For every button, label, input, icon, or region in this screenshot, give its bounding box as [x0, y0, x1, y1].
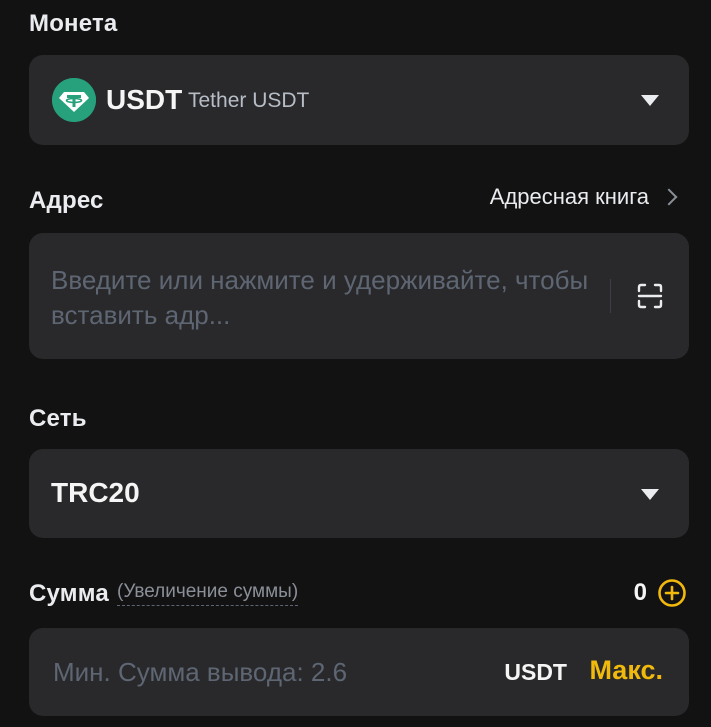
address-label: Адрес [29, 187, 104, 214]
plus-circle-icon[interactable] [657, 578, 687, 608]
network-select[interactable]: TRC20 [29, 449, 689, 538]
coin-select[interactable]: USDT Tether USDT [29, 55, 689, 145]
amount-input[interactable]: Мин. Сумма вывода: 2.6 USDT Макс. [29, 628, 689, 716]
scan-icon[interactable] [635, 281, 665, 311]
address-placeholder: Введите или нажмите и удерживайте, чтобы… [51, 265, 589, 330]
max-button[interactable]: Макс. [589, 655, 663, 686]
amount-label: Сумма [29, 580, 109, 607]
tether-icon [52, 78, 96, 122]
amount-placeholder: Мин. Сумма вывода: 2.6 [53, 657, 348, 687]
balance-value: 0 [633, 579, 647, 606]
amount-increase-hint[interactable]: (Увеличение суммы) [117, 581, 299, 606]
address-book-label: Адресная книга [489, 184, 649, 209]
caret-down-icon [641, 95, 659, 106]
network-label: Сеть [29, 405, 87, 432]
coin-label: Монета [29, 10, 118, 37]
coin-symbol: USDT [106, 84, 183, 115]
chevron-right-icon [660, 188, 678, 206]
address-input[interactable]: Введите или нажмите и удерживайте, чтобы… [29, 233, 689, 359]
network-value: TRC20 [51, 477, 140, 508]
amount-unit: USDT [504, 659, 567, 685]
balance: 0 [634, 578, 687, 608]
coin-full-name: Tether USDT [188, 89, 310, 112]
caret-down-icon [641, 488, 659, 500]
address-book-link[interactable]: Адресная книга [490, 184, 679, 210]
withdraw-form: Монета USDT Tether USDT Адрес Адресная к… [0, 0, 711, 727]
address-divider [610, 279, 611, 313]
